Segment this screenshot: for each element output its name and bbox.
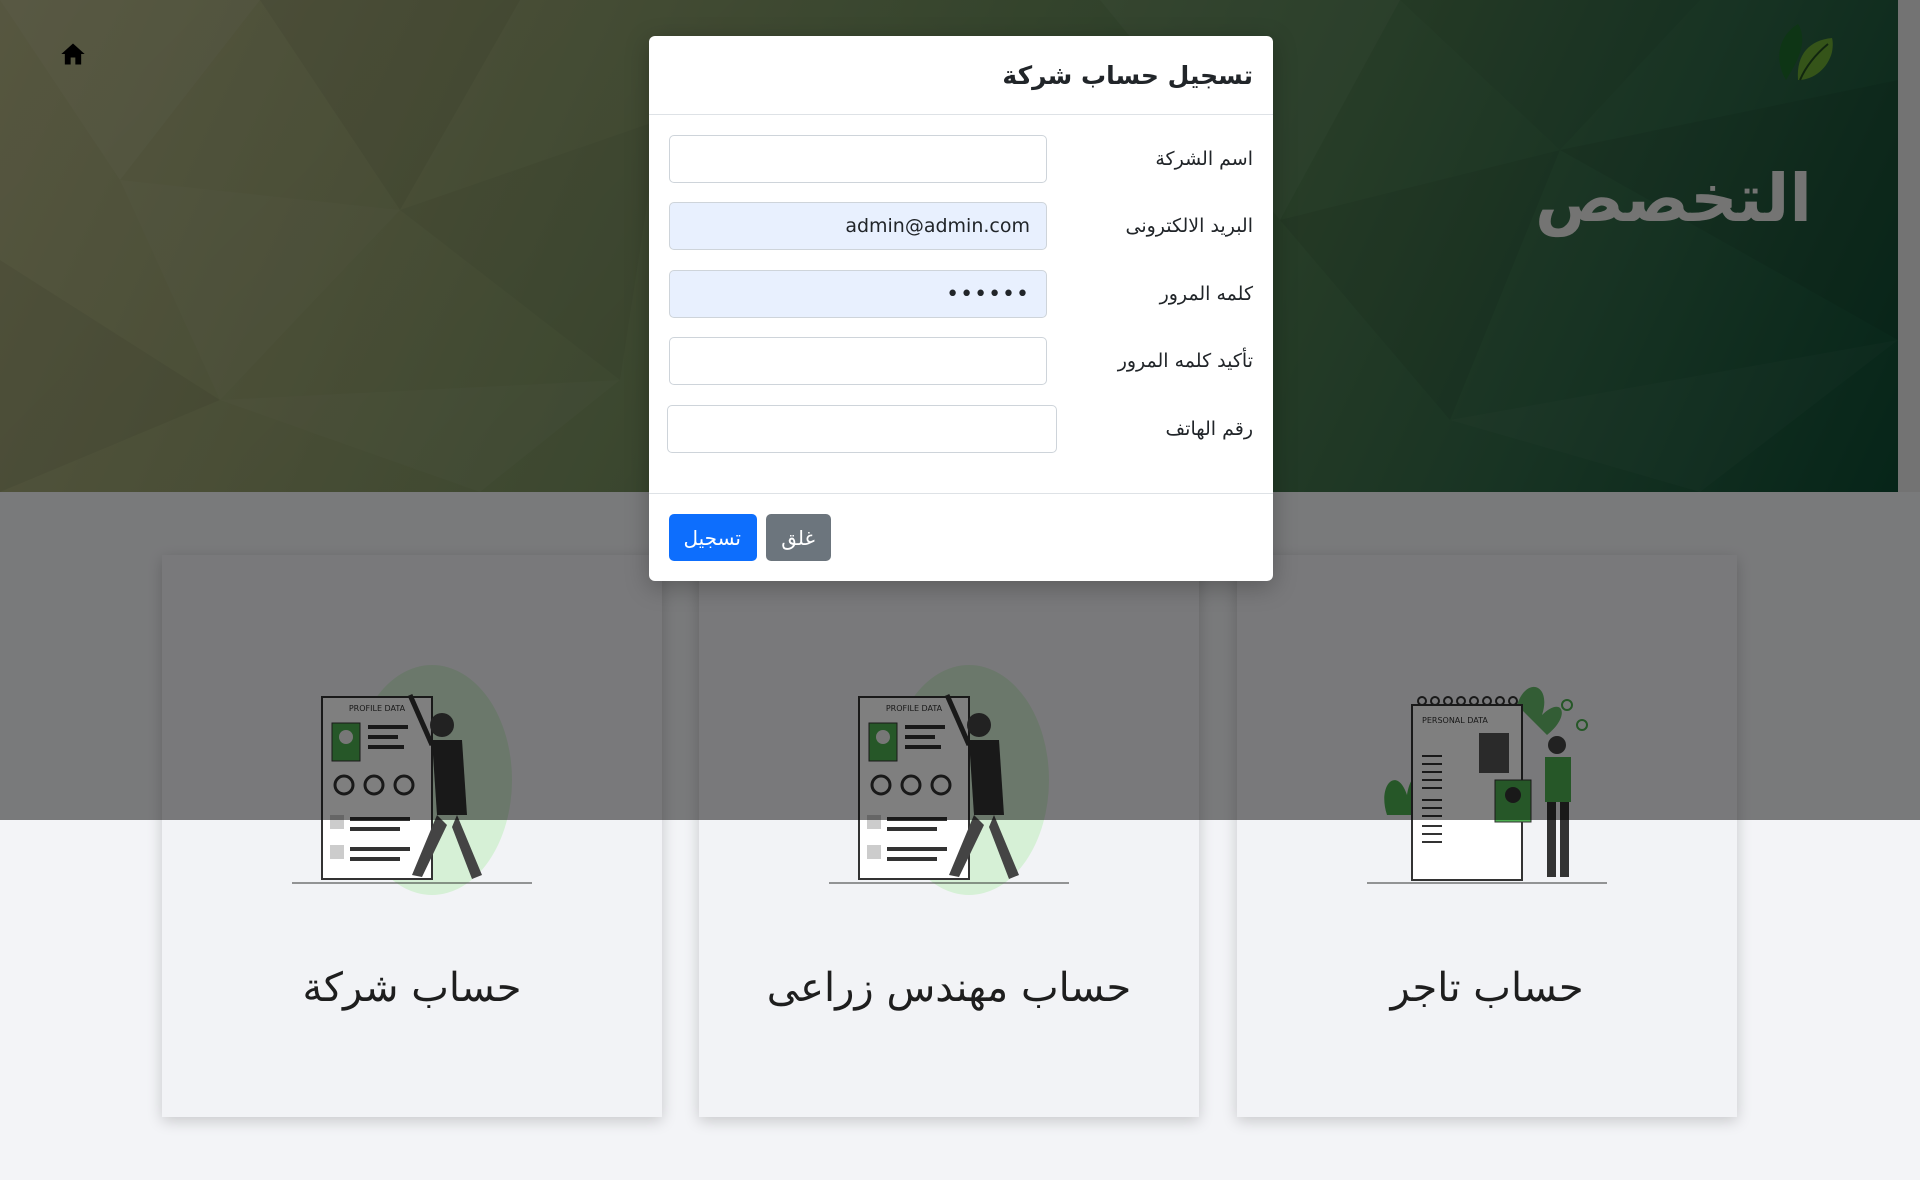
phone-input[interactable] <box>667 405 1057 453</box>
confirm-password-input[interactable] <box>669 337 1047 385</box>
card-title: حساب شركة <box>302 965 522 1011</box>
password-row: كلمه المرور <box>669 270 1253 318</box>
modal-header: تسجيل حساب شركة <box>649 36 1273 115</box>
password-label: كلمه المرور <box>1159 283 1253 305</box>
password-input[interactable] <box>669 270 1047 318</box>
close-button[interactable]: غلق <box>766 514 831 561</box>
phone-row: رقم الهاتف <box>667 405 1253 453</box>
company-name-label: اسم الشركة <box>1155 148 1253 170</box>
company-name-input[interactable] <box>669 135 1047 183</box>
card-title: حساب مهندس زراعى <box>766 965 1132 1011</box>
register-button[interactable]: تسجيل <box>669 514 757 561</box>
email-label: البريد الالكترونى <box>1125 215 1254 237</box>
confirm-password-row: تأكيد كلمه المرور <box>669 337 1253 385</box>
card-title: حساب تاجر <box>1390 965 1584 1011</box>
confirm-password-label: تأكيد كلمه المرور <box>1117 350 1253 372</box>
modal-footer: تسجيل غلق <box>649 494 1273 580</box>
modal-title: تسجيل حساب شركة <box>1002 60 1253 90</box>
phone-label: رقم الهاتف <box>1165 418 1253 440</box>
email-row: البريد الالكترونى <box>669 202 1253 250</box>
email-input[interactable] <box>669 202 1047 250</box>
company-name-row: اسم الشركة <box>669 135 1253 183</box>
register-company-modal: تسجيل حساب شركة اسم الشركة البريد الالكت… <box>649 36 1273 581</box>
modal-body: اسم الشركة البريد الالكترونى كلمه المرور… <box>649 115 1273 494</box>
